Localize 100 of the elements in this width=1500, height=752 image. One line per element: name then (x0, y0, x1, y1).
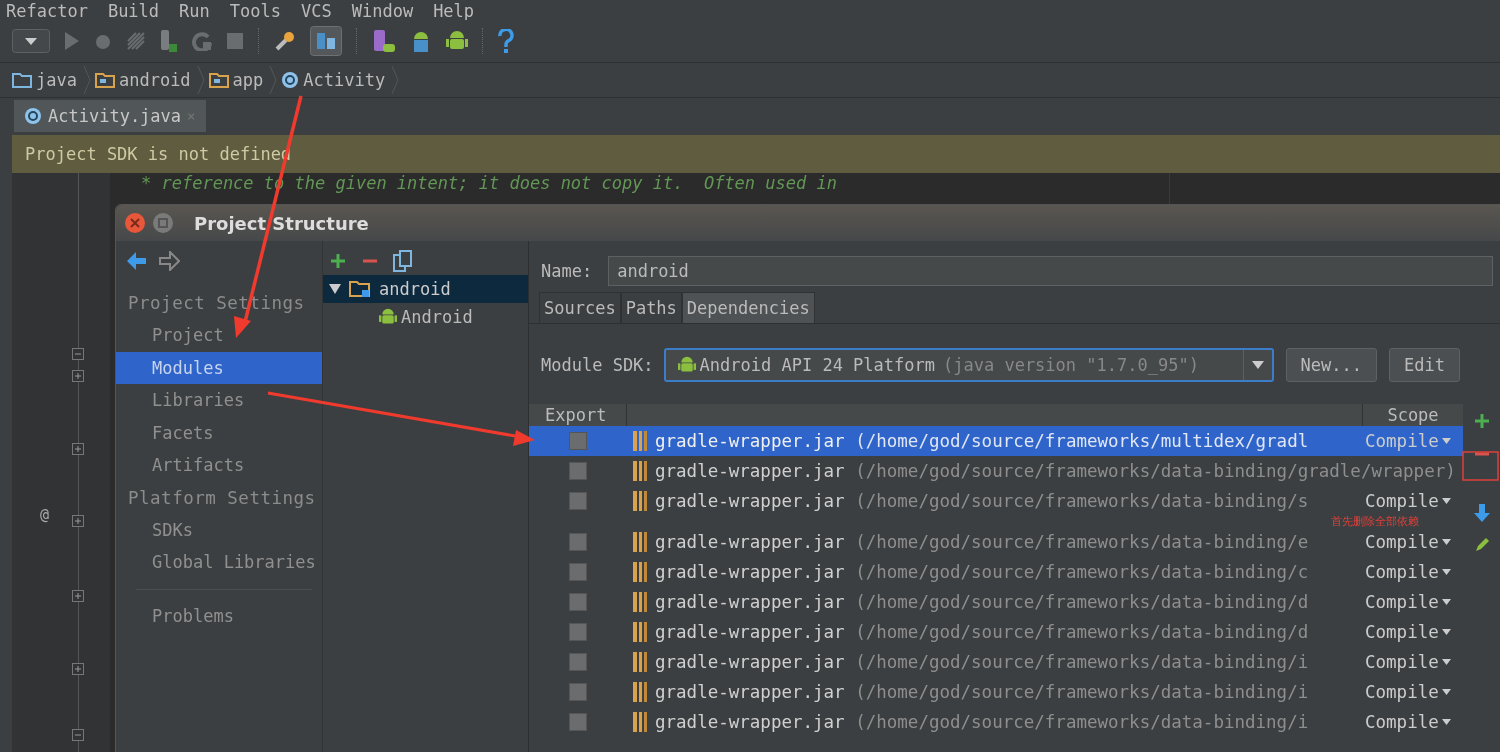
editor-tab[interactable]: Activity.java × (14, 100, 206, 132)
tab[interactable]: Dependencies (681, 292, 815, 323)
module-folder-icon (349, 280, 371, 298)
breadcrumb-item[interactable]: java (12, 65, 91, 95)
export-checkbox[interactable] (569, 713, 587, 731)
sdk-version: (java version "1.7.0_95") (943, 355, 1199, 375)
dependency-row[interactable]: gradle-wrapper.jar (/home/god/source/frameworks/data-binding/d Compile (529, 617, 1463, 647)
fold-icon[interactable] (72, 370, 84, 382)
module-tree-item[interactable]: Android (323, 303, 528, 331)
fold-icon[interactable] (72, 663, 84, 675)
jar-icon (633, 682, 647, 702)
dialog-button[interactable]: New... (1285, 348, 1377, 382)
dependency-row[interactable]: gradle-wrapper.jar (/home/god/source/frameworks/data-binding/i Compile (529, 677, 1463, 707)
export-checkbox[interactable] (569, 593, 587, 611)
dependency-row[interactable]: gradle-wrapper.jar (/home/god/source/frameworks/data-binding/i Compile (529, 707, 1463, 737)
menu-item[interactable]: Tools (229, 2, 281, 20)
module-sdk-label: Module SDK: (541, 355, 654, 375)
fold-icon[interactable] (72, 590, 84, 602)
edit-icon[interactable] (1474, 537, 1490, 553)
breadcrumb-item[interactable]: Activity (281, 65, 400, 95)
copy-icon[interactable] (393, 250, 413, 272)
android-icon (677, 355, 696, 375)
dependency-row[interactable]: gradle-wrapper.jar (/home/god/source/frameworks/data-binding/c Compile (529, 557, 1463, 587)
folder-icon (94, 72, 115, 88)
hatched-icon[interactable] (126, 31, 146, 51)
sidebar-item[interactable]: Project (116, 319, 322, 352)
jar-icon (633, 712, 647, 732)
dependency-name: gradle-wrapper.jar (/home/god/source/frameworks/data-binding/gradle/wrapper) (655, 461, 1456, 481)
sidebar-item[interactable]: SDKs (116, 513, 322, 546)
breadcrumb-item[interactable]: android (94, 65, 205, 95)
export-checkbox[interactable] (569, 533, 587, 551)
fold-icon[interactable] (72, 443, 84, 455)
dropdown-arrow-icon[interactable] (1251, 360, 1264, 370)
dependency-row[interactable]: gradle-wrapper.jar (/home/god/source/frameworks/data-binding/d Compile (529, 587, 1463, 617)
dropdown-icon[interactable] (12, 29, 50, 53)
sidebar-item[interactable]: Problems (116, 599, 322, 632)
dependency-name: gradle-wrapper.jar (/home/god/source/frameworks/data-binding/d (655, 622, 1309, 642)
jar-icon (633, 652, 647, 672)
menu-item[interactable]: VCS (301, 2, 332, 20)
expand-icon[interactable] (329, 283, 341, 295)
caret-icon (1441, 438, 1451, 444)
dependency-row[interactable]: gradle-wrapper.jar (/home/god/source/frameworks/multidex/gradl Compile (529, 426, 1463, 456)
sidebar-item[interactable]: Facets (116, 416, 322, 449)
jar-icon (633, 431, 647, 451)
sidebar-item[interactable]: Modules (116, 351, 322, 384)
menu-item[interactable]: Help (433, 2, 475, 20)
sidebar-item[interactable]: Artifacts (116, 449, 322, 482)
fold-icon[interactable] (72, 348, 84, 360)
add-icon[interactable] (1473, 412, 1491, 430)
column-header[interactable]: Scope (1363, 404, 1463, 426)
menu-item[interactable]: Refactor (6, 2, 88, 20)
dependency-row[interactable]: gradle-wrapper.jar (/home/god/source/frameworks/data-binding/i Compile (529, 647, 1463, 677)
menu-item[interactable]: Build (107, 2, 160, 20)
minimize-icon[interactable] (152, 212, 174, 234)
caret-icon (1441, 689, 1451, 695)
dependency-row[interactable]: gradle-wrapper.jar (/home/god/source/frameworks/data-binding/e Compile (529, 527, 1463, 557)
dependency-name: gradle-wrapper.jar (/home/god/source/frameworks/data-binding/e (655, 532, 1309, 552)
export-checkbox[interactable] (569, 653, 587, 671)
caret-icon (1441, 498, 1451, 504)
dependency-name: gradle-wrapper.jar (/home/god/source/frameworks/data-binding/c (655, 562, 1309, 582)
add-icon[interactable] (329, 252, 347, 270)
name-field[interactable]: android (608, 256, 1493, 286)
forward-arrow-icon[interactable] (158, 251, 180, 271)
module-sdk-dropdown[interactable]: Android API 24 Platform (java version "1.7.0_95") (663, 348, 1274, 382)
dependency-row[interactable]: gradle-wrapper.jar (/home/god/source/frameworks/data-binding/gradle/wrapper) (529, 456, 1463, 486)
dependency-name: gradle-wrapper.jar (/home/god/source/frameworks/data-binding/s (655, 491, 1309, 511)
rerun-icon[interactable] (192, 31, 212, 51)
tab[interactable]: Paths (620, 292, 682, 323)
sidebar-item[interactable]: Global Libraries (116, 546, 322, 579)
device-icon[interactable] (160, 29, 178, 53)
back-arrow-icon[interactable] (126, 251, 148, 271)
run-icon[interactable] (64, 31, 80, 51)
module-tree-item[interactable]: android (323, 275, 528, 303)
breadcrumb-item[interactable]: app (208, 65, 278, 95)
export-checkbox[interactable] (569, 623, 587, 641)
move-down-icon[interactable] (1474, 504, 1490, 522)
export-checkbox[interactable] (569, 492, 587, 510)
export-checkbox[interactable] (569, 462, 587, 480)
caret-icon (1441, 539, 1451, 545)
jar-icon (633, 592, 647, 612)
export-checkbox[interactable] (569, 432, 587, 450)
tab[interactable]: Sources (539, 292, 621, 323)
wrench-icon[interactable] (274, 30, 296, 52)
avd-icon[interactable] (372, 29, 396, 53)
structure-icon[interactable] (310, 26, 342, 56)
menu-item[interactable]: Window (351, 2, 414, 20)
caret-icon (1441, 659, 1451, 665)
dialog-button[interactable]: Edit (1389, 348, 1460, 382)
fold-icon[interactable] (72, 515, 84, 527)
sidebar-item[interactable]: Libraries (116, 384, 322, 417)
help-icon[interactable] (498, 29, 514, 53)
close-icon[interactable] (124, 212, 146, 234)
fold-icon[interactable] (72, 729, 84, 741)
export-checkbox[interactable] (569, 683, 587, 701)
stop-icon[interactable] (226, 32, 244, 50)
dependency-row[interactable]: gradle-wrapper.jar (/home/god/source/frameworks/data-binding/s Compile (529, 486, 1463, 516)
chevron-icon (391, 65, 400, 95)
jar-icon (633, 491, 647, 511)
menu-item[interactable]: Run (179, 2, 210, 20)
export-checkbox[interactable] (569, 563, 587, 581)
